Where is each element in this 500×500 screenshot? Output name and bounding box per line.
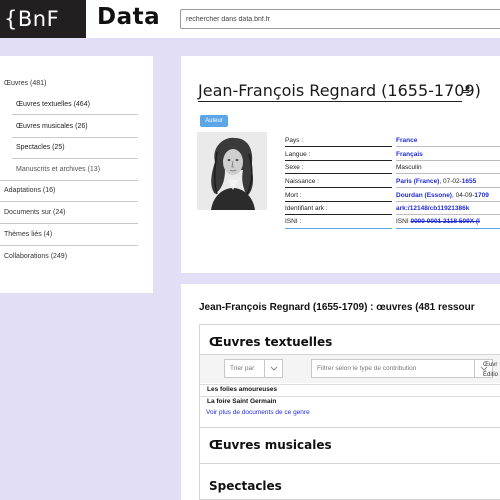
death-date: , 04-09- [451, 192, 475, 199]
author-badge: Auteur [200, 115, 228, 127]
death-place-link[interactable]: Dourdan (Essone) [396, 192, 452, 199]
info-value-mort: Dourdan (Essone), 04-09-1709 [396, 192, 489, 199]
sidebar-divider [12, 114, 138, 115]
sidebar-divider [0, 245, 138, 246]
bnf-logo[interactable]: {BnF [0, 0, 86, 38]
birth-place-link[interactable]: Paris (France) [396, 178, 439, 185]
work-row-foire-saint-germain[interactable]: La foire Saint Germain [207, 398, 276, 405]
sidebar-item-oeuvres-textuelles[interactable]: Œuvres textuelles (464) [16, 101, 90, 108]
chevron-down-icon [264, 360, 282, 377]
info-divider [285, 201, 392, 202]
section-divider [200, 427, 500, 428]
sidebar-item-documents-sur[interactable]: Documents sur (24) [4, 209, 65, 216]
column-edition: Éditio [483, 372, 499, 378]
sidebar-item-collaborations[interactable]: Collaborations (249) [4, 253, 67, 260]
section-oeuvres-textuelles[interactable]: Œuvres textuelles [209, 335, 332, 349]
info-divider [285, 214, 392, 215]
data-logo[interactable]: Data [97, 4, 160, 30]
row-divider [200, 384, 500, 385]
sort-select-label: Trier par [230, 365, 255, 372]
work-row-folies-amoureuses[interactable]: Les folies amoureuses [207, 386, 277, 393]
row-divider [200, 396, 500, 397]
sidebar-divider [0, 201, 138, 202]
birth-year-link[interactable]: 1655 [462, 178, 476, 185]
info-label-ark: Identifiant ark : [285, 205, 328, 212]
birth-date: , 07-02- [439, 178, 462, 185]
info-divider [285, 187, 392, 188]
sort-select[interactable]: Trier par [224, 359, 283, 378]
contribution-filter-select[interactable]: Filtrer selon le type de contribution [311, 359, 493, 378]
isni-prefix: ISNI [396, 218, 411, 225]
info-label-pays: Pays : [285, 137, 304, 144]
info-label-mort: Mort : [285, 192, 302, 199]
section-spectacles[interactable]: Spectacles [209, 479, 282, 493]
sidebar-item-manuscrits[interactable]: Manuscrits et archives (13) [16, 166, 100, 173]
isni-link[interactable]: 0000 0001 2118 509X (I [410, 218, 479, 225]
search-input[interactable] [180, 9, 500, 29]
info-value-sexe: Masculin [396, 164, 422, 171]
author-portrait [197, 132, 267, 210]
section-divider [200, 463, 500, 464]
column-oeuvre: Œuvr [483, 362, 498, 368]
info-value-ark[interactable]: ark:/12148/cb11921386k [396, 205, 469, 212]
sidebar-divider [12, 137, 138, 138]
sidebar-divider [0, 223, 138, 224]
info-divider [396, 201, 500, 202]
info-divider [396, 173, 500, 174]
info-divider [396, 228, 500, 229]
see-more-link[interactable]: Voir plus de documents de ce genre [206, 409, 310, 416]
info-label-naissance: Naissance : [285, 178, 319, 185]
death-year-link[interactable]: 1709 [474, 192, 488, 199]
info-value-pays[interactable]: France [396, 137, 417, 144]
sidebar-divider [12, 158, 138, 159]
info-divider [285, 228, 392, 229]
page-title: Jean-François Regnard (1655-1709) [198, 81, 481, 100]
top-header: {BnF Data [0, 0, 500, 38]
sidebar-divider [0, 180, 138, 181]
info-value-naissance: Paris (France), 07-02-1655 [396, 178, 476, 185]
sidebar-item-themes-lies[interactable]: Thèmes liés (4) [4, 231, 52, 238]
section-oeuvres-musicales[interactable]: Œuvres musicales [209, 438, 332, 452]
info-value-isni: ISNI 0000 0001 2118 509X (I [396, 218, 480, 225]
info-divider [396, 146, 500, 147]
sidebar-item-adaptations[interactable]: Adaptations (16) [4, 187, 55, 194]
info-label-sexe: Sexe : [285, 164, 304, 171]
info-divider [285, 173, 392, 174]
filter-select-label: Filtrer selon le type de contribution [317, 365, 417, 372]
info-label-langue: Langue : [285, 151, 311, 158]
works-heading: Jean-François Regnard (1655-1709) : œuvr… [199, 302, 475, 313]
info-value-langue[interactable]: Français [396, 151, 423, 158]
info-label-isni: ISNI : [285, 218, 302, 225]
info-divider [285, 146, 392, 147]
title-underline [198, 101, 462, 102]
sidebar-item-oeuvres-musicales[interactable]: Œuvres musicales (26) [16, 123, 88, 130]
info-divider [396, 214, 500, 215]
quote-icon[interactable] [462, 85, 470, 93]
info-divider [396, 187, 500, 188]
info-divider [396, 160, 500, 161]
info-divider [285, 160, 392, 161]
sidebar-item-spectacles[interactable]: Spectacles (25) [16, 144, 65, 151]
sidebar-item-oeuvres[interactable]: Œuvres (481) [4, 80, 46, 87]
